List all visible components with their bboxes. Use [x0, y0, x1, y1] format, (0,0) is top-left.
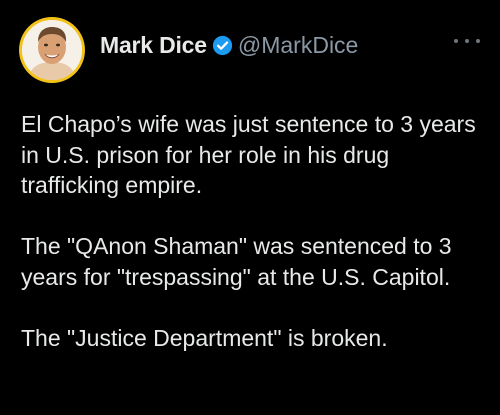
- tweet-paragraph: El Chapo’s wife was just sentence to 3 y…: [21, 111, 476, 198]
- tweet: Mark Dice @MarkDice El Chapo’s wife was …: [0, 0, 500, 415]
- user-avatar-photo-icon: [22, 20, 82, 80]
- tweet-paragraph: The "Justice Department" is broken.: [21, 324, 388, 351]
- ellipsis-icon: [476, 39, 480, 43]
- avatar[interactable]: [19, 17, 85, 83]
- avatar-photo: [22, 20, 82, 80]
- ellipsis-icon: [454, 39, 458, 43]
- verified-badge-icon: [212, 35, 233, 56]
- ellipsis-icon: [465, 39, 469, 43]
- author-display-name[interactable]: Mark Dice: [100, 32, 207, 59]
- tweet-paragraph: The "QAnon Shaman" was sentenced to 3 ye…: [21, 233, 452, 290]
- tweet-header: Mark Dice @MarkDice: [100, 30, 358, 60]
- more-options-button[interactable]: [454, 33, 480, 49]
- author-handle[interactable]: @MarkDice: [238, 32, 358, 59]
- tweet-text: El Chapo’s wife was just sentence to 3 y…: [21, 109, 486, 353]
